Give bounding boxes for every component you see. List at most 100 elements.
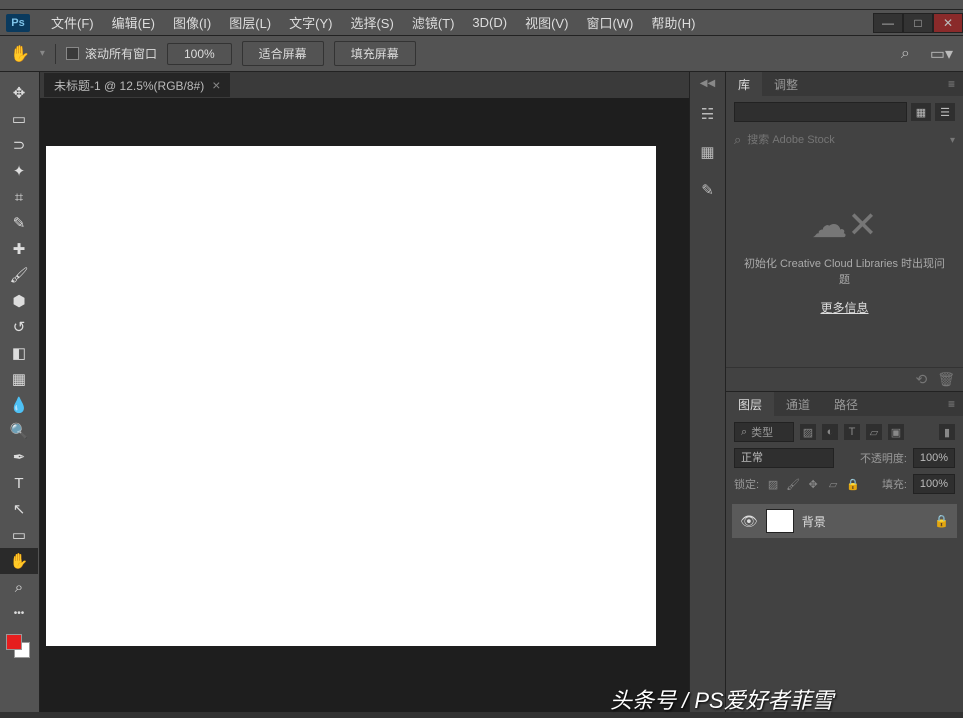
eraser-tool[interactable]: ◧ [0,340,38,366]
filter-type-icon[interactable]: T [844,424,860,440]
zoom-level-button[interactable]: 100% [167,43,232,65]
fill-input[interactable] [913,474,955,494]
stock-search-input[interactable] [747,134,944,146]
layer-controls: ⌕ 类型 ▨ ◐ T ▱ ▣ ▮ 正常 不透明度: 锁定: [726,416,963,500]
fill-label: 填充: [882,476,907,492]
menu-select[interactable]: 选择(S) [341,10,402,35]
fill-screen-button[interactable]: 填充屏幕 [334,41,416,66]
filter-toggle-icon[interactable]: ▮ [939,424,955,440]
checkbox-icon[interactable] [66,47,79,60]
quick-select-tool[interactable]: ✦ [0,158,38,184]
hand-tool[interactable]: ✋ [0,548,38,574]
library-select-dropdown[interactable] [734,102,907,122]
lock-pixels-icon[interactable]: ▨ [765,476,781,492]
type-tool[interactable]: T [0,470,38,496]
tab-paths[interactable]: 路径 [822,392,870,417]
filter-adjustment-icon[interactable]: ◐ [822,424,838,440]
menu-3d[interactable]: 3D(D) [463,12,516,33]
foreground-color-swatch[interactable] [6,634,22,650]
menu-type[interactable]: 文字(Y) [280,10,341,35]
zoom-tool[interactable]: ⌕ [0,574,38,600]
properties-panel-icon[interactable]: ▦ [695,139,721,165]
canvas-viewport[interactable] [40,98,689,712]
move-tool[interactable]: ✥ [0,80,38,106]
healing-tool[interactable]: ✚ [0,236,38,262]
tab-layers[interactable]: 图层 [726,392,774,417]
lock-position-icon[interactable]: ✥ [805,476,821,492]
right-panel-group: 库 调整 ≡ ▦ ☰ ⌕ ▾ ☁✕ 初始化 Creative Cloud Lib… [725,72,963,712]
marquee-tool[interactable]: ▭ [0,106,38,132]
menu-window[interactable]: 窗口(W) [577,10,642,35]
list-view-icon[interactable]: ☰ [935,103,955,121]
maximize-button[interactable]: □ [903,13,933,33]
eyedropper-tool[interactable]: ✎ [0,210,38,236]
dropdown-icon[interactable]: ▾ [950,135,955,146]
collapse-arrow-icon[interactable]: ◀◀ [700,78,715,89]
document-tab[interactable]: 未标题-1 @ 12.5%(RGB/8#) × [44,73,230,97]
character-panel-icon[interactable]: ✎ [695,177,721,203]
more-info-link[interactable]: 更多信息 [820,299,868,316]
close-tab-icon[interactable]: × [212,77,220,93]
brush-tool[interactable]: 🖌 [0,262,38,288]
layer-item[interactable]: 👁 背景 🔒 [732,504,957,538]
shape-tool[interactable]: ▭ [0,522,38,548]
menu-file[interactable]: 文件(F) [42,10,103,35]
crop-tool[interactable]: ⌗ [0,184,38,210]
canvas[interactable] [46,146,656,646]
search-icon[interactable]: ⌕ [901,45,910,63]
hand-tool-icon: ✋ [10,44,30,64]
lasso-tool[interactable]: ⊃ [0,132,38,158]
panel-menu-icon[interactable]: ≡ [940,397,963,411]
fit-screen-button[interactable]: 适合屏幕 [242,41,324,66]
scroll-all-windows-option[interactable]: 滚动所有窗口 [66,45,157,62]
stamp-tool[interactable]: ⬢ [0,288,38,314]
history-brush-tool[interactable]: ↺ [0,314,38,340]
pen-tool[interactable]: ✒ [0,444,38,470]
color-swatches[interactable] [0,632,39,662]
menu-image[interactable]: 图像(I) [164,10,220,35]
layers-panel: 图层 通道 路径 ≡ ⌕ 类型 ▨ ◐ T ▱ ▣ ▮ [726,392,963,712]
filter-pixel-icon[interactable]: ▨ [800,424,816,440]
trash-icon[interactable]: 🗑 [937,371,955,388]
menu-filter[interactable]: 滤镜(T) [403,10,464,35]
opacity-input[interactable] [913,448,955,468]
path-select-tool[interactable]: ↖ [0,496,38,522]
titlebar [0,0,963,10]
history-panel-icon[interactable]: ☵ [695,101,721,127]
tab-libraries[interactable]: 库 [726,72,762,97]
close-button[interactable]: ✕ [933,13,963,33]
tab-adjustments[interactable]: 调整 [762,72,810,97]
lock-paint-icon[interactable]: 🖌 [785,476,801,492]
panel-menu-icon[interactable]: ≡ [940,77,963,91]
dropdown-arrow-icon[interactable]: ▾ [40,48,45,59]
visibility-icon[interactable]: 👁 [740,513,758,530]
menu-edit[interactable]: 编辑(E) [103,10,164,35]
layer-filter-dropdown[interactable]: ⌕ 类型 [734,422,794,442]
menu-layer[interactable]: 图层(L) [220,10,280,35]
gradient-tool[interactable]: ▦ [0,366,38,392]
libraries-panel: 库 调整 ≡ ▦ ☰ ⌕ ▾ ☁✕ 初始化 Creative Cloud Lib… [726,72,963,392]
blend-mode-select[interactable]: 正常 [734,448,834,468]
document-area: 未标题-1 @ 12.5%(RGB/8#) × [40,72,689,712]
menu-help[interactable]: 帮助(H) [642,10,704,35]
lock-artboard-icon[interactable]: ▱ [825,476,841,492]
lock-all-icon[interactable]: 🔒 [845,476,861,492]
tab-channels[interactable]: 通道 [774,392,822,417]
scroll-all-label: 滚动所有窗口 [85,45,157,62]
sync-icon[interactable]: ⟲ [915,371,927,388]
minimize-button[interactable]: — [873,13,903,33]
layer-thumbnail[interactable] [766,509,794,533]
grid-view-icon[interactable]: ▦ [911,103,931,121]
menu-view[interactable]: 视图(V) [516,10,577,35]
blur-tool[interactable]: 💧 [0,392,38,418]
divider [55,44,56,64]
dodge-tool[interactable]: 🔍 [0,418,38,444]
menubar: Ps 文件(F) 编辑(E) 图像(I) 图层(L) 文字(Y) 选择(S) 滤… [0,10,963,36]
filter-smart-icon[interactable]: ▣ [888,424,904,440]
workspace-switcher-icon[interactable]: ▭▾ [930,44,953,64]
search-icon: ⌕ [734,132,741,148]
library-footer: ⟲ 🗑 [726,367,963,391]
edit-toolbar[interactable]: ••• [0,600,38,626]
filter-shape-icon[interactable]: ▱ [866,424,882,440]
lock-icon[interactable]: 🔒 [934,514,949,528]
